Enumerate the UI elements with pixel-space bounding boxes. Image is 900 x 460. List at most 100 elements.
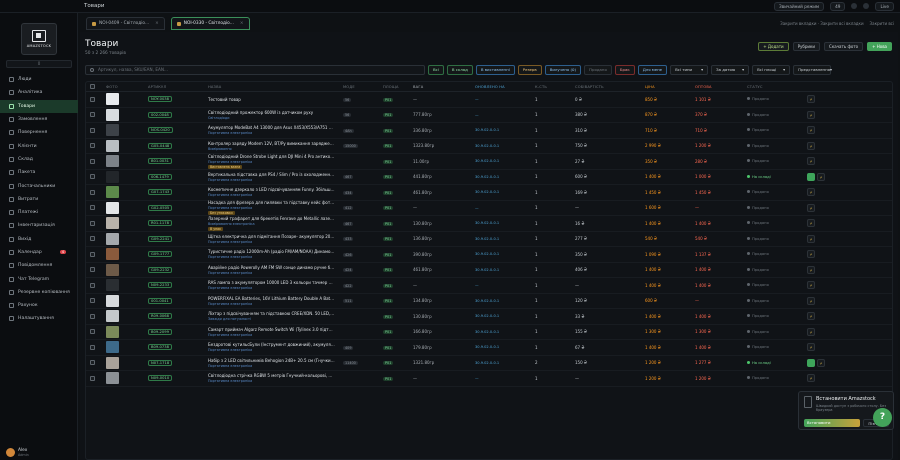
sidebar-item[interactable]: Чат Telegram bbox=[0, 272, 78, 285]
table-row[interactable]: G05-0448 Контролер заряду Мodem 12V, ВТ/Р… bbox=[86, 139, 892, 154]
table-row[interactable]: 006-1479 Вертикальна підставка для PS4 / … bbox=[86, 170, 892, 185]
sidebar-item[interactable]: Клієнти bbox=[0, 139, 78, 152]
product-category[interactable]: Портативна електроніка bbox=[208, 302, 335, 306]
bell-icon[interactable] bbox=[851, 3, 858, 9]
logo[interactable]: AMAZSTOCK bbox=[21, 23, 57, 55]
product-category[interactable]: Портативна електроніка bbox=[208, 286, 335, 290]
product-thumbnail[interactable] bbox=[106, 155, 119, 168]
product-name[interactable]: Світлодіодна стрічка RGBW 5 метрів Гнучк… bbox=[208, 373, 335, 378]
product-thumbnail[interactable] bbox=[106, 124, 119, 137]
action-button[interactable]: + Нова bbox=[867, 42, 892, 51]
user-profile[interactable]: Alex Admin bbox=[6, 441, 74, 460]
article-badge[interactable]: NOY-0038 bbox=[148, 96, 172, 103]
product-thumbnail[interactable] bbox=[106, 217, 119, 230]
product-thumbnail[interactable] bbox=[106, 248, 119, 261]
filter-button[interactable]: Вилучено (0) bbox=[544, 64, 582, 75]
article-badge[interactable]: G09-2232 bbox=[148, 266, 173, 273]
product-name[interactable]: POWERFIXAL EA Batteries, 16V Lithium Bat… bbox=[208, 296, 335, 301]
lightning-icon[interactable]: ⚡ bbox=[817, 172, 825, 181]
product-thumbnail[interactable] bbox=[106, 294, 119, 307]
lightning-icon[interactable]: ⚡ bbox=[807, 95, 815, 104]
lightning-icon[interactable]: ⚡ bbox=[807, 265, 815, 274]
product-category[interactable]: Портативна електроніка bbox=[208, 206, 335, 210]
table-row[interactable]: 001-0041 POWERFIXAL EA Batteries, 16V Lit… bbox=[86, 294, 892, 309]
product-category[interactable]: Портативна електроніка bbox=[208, 178, 335, 182]
lightning-icon[interactable]: ⚡ bbox=[807, 374, 815, 383]
lightning-icon[interactable]: ⚡ bbox=[807, 188, 815, 197]
article-badge[interactable]: 002-0048 bbox=[148, 111, 172, 118]
action-button[interactable]: Рубрики bbox=[792, 42, 821, 51]
article-badge[interactable]: N09-0010 bbox=[148, 375, 173, 382]
sidebar-item[interactable]: Платежі bbox=[0, 206, 78, 219]
sidebar-item[interactable]: Замовлення bbox=[0, 113, 78, 126]
product-name[interactable]: Тестовий товар bbox=[208, 97, 335, 102]
product-category[interactable]: Портативна електроніка bbox=[208, 240, 335, 244]
row-checkbox[interactable] bbox=[90, 329, 95, 335]
table-row[interactable]: G09-2232 Аварійне радіо Powerolly AM FM S… bbox=[86, 263, 892, 278]
row-checkbox[interactable] bbox=[90, 220, 95, 226]
product-name[interactable]: Світлодіодний прожектор 600W із датчиком… bbox=[208, 110, 335, 115]
column-header[interactable] bbox=[86, 84, 102, 89]
lightning-icon[interactable]: ⚡ bbox=[807, 203, 815, 212]
product-thumbnail[interactable] bbox=[106, 263, 119, 276]
row-checkbox[interactable] bbox=[90, 313, 95, 319]
filter-button[interactable]: Для мене bbox=[637, 64, 668, 75]
product-thumbnail[interactable] bbox=[106, 356, 119, 369]
product-thumbnail[interactable] bbox=[106, 139, 119, 152]
article-badge[interactable]: B01-0031 bbox=[148, 158, 172, 165]
lightning-icon[interactable]: ⚡ bbox=[807, 281, 815, 290]
product-name[interactable]: Бездротові кутильсБули (Інструмент довжи… bbox=[208, 342, 335, 347]
lightning-icon[interactable]: ⚡ bbox=[807, 250, 815, 259]
table-row[interactable]: R01-1178 Лазерний трафарет для брекетів F… bbox=[86, 216, 892, 232]
product-name[interactable]: Світлодіодний Drone Strobe Light для DJI… bbox=[208, 154, 335, 159]
product-category[interactable]: Портативна електроніка bbox=[208, 193, 335, 197]
filter-button[interactable]: Брак bbox=[614, 64, 635, 75]
filter-select[interactable]: Всі типи ▾ bbox=[670, 64, 709, 75]
lightning-icon[interactable]: ⚡ bbox=[807, 343, 815, 352]
close-all-tabs-link[interactable]: Закрити всі bbox=[870, 21, 894, 26]
sidebar-item[interactable]: Резервне копіювання bbox=[0, 286, 78, 299]
action-button[interactable]: + Додати bbox=[758, 42, 789, 51]
filter-button[interactable]: В виставленні bbox=[475, 64, 515, 75]
table-row[interactable]: 002-0048 Світлодіодний прожектор 600W із … bbox=[86, 108, 892, 123]
table-row[interactable]: G02-0505 Насадка для фрезера для пилявки … bbox=[86, 200, 892, 216]
row-checkbox[interactable] bbox=[90, 158, 95, 164]
article-badge[interactable]: B09-2099 bbox=[148, 328, 172, 335]
product-name[interactable]: Самарт приймач Algarz Remote Switch Wi (… bbox=[208, 327, 335, 332]
lightning-icon[interactable]: ⚡ bbox=[807, 126, 815, 135]
sidebar-item[interactable]: Постачальники bbox=[0, 179, 78, 192]
row-checkbox[interactable] bbox=[90, 96, 95, 102]
row-checkbox[interactable] bbox=[90, 174, 95, 180]
product-name[interactable]: Набір з 2 LED світильників Behogion 24В+… bbox=[208, 358, 335, 363]
article-badge[interactable]: G09-2241 bbox=[148, 235, 173, 242]
article-badge[interactable]: 001-0041 bbox=[148, 297, 172, 304]
lightning-icon[interactable]: ⚡ bbox=[807, 157, 815, 166]
table-row[interactable]: G09-1777 Туристичне радіо 12000m-Ah (раді… bbox=[86, 247, 892, 263]
product-category[interactable]: Портативна електроніка bbox=[208, 348, 335, 352]
tab-item[interactable]: NOI-0409 - Світлодіо... × bbox=[86, 17, 165, 30]
product-category[interactable]: Портативна електроніка bbox=[208, 255, 335, 259]
lightning-icon[interactable]: ⚡ bbox=[807, 219, 815, 228]
table-row[interactable]: NOY-0038 Тестовий товар 56 P01 — — 1 0 ₴ 850 ₴ 1 … bbox=[86, 92, 892, 108]
table-row[interactable]: N07-1718 Набір з 2 LED світильників Behog… bbox=[86, 356, 892, 371]
mode-selector[interactable]: Звичайний режим bbox=[774, 1, 825, 11]
install-button[interactable]: Встановити bbox=[804, 419, 860, 427]
article-badge[interactable]: B09-0738 bbox=[148, 344, 172, 351]
article-badge[interactable]: R01-1178 bbox=[148, 220, 172, 227]
table-row[interactable]: G09-2241 Щітка електрична для підмітання … bbox=[86, 232, 892, 247]
filter-select[interactable]: Представлення ▾ bbox=[793, 64, 832, 75]
product-thumbnail[interactable] bbox=[106, 108, 119, 121]
filter-select[interactable]: За датою ▾ bbox=[711, 64, 750, 75]
product-category[interactable]: Портативна електроніка bbox=[208, 379, 335, 383]
row-checkbox[interactable] bbox=[90, 112, 95, 118]
sell-button[interactable] bbox=[807, 172, 815, 181]
article-badge[interactable]: N09-2233 bbox=[148, 282, 173, 289]
row-checkbox[interactable] bbox=[90, 267, 95, 273]
row-checkbox[interactable] bbox=[90, 298, 95, 304]
product-name[interactable]: Акумулятор МоdеВаt А4 13000 для Asus Х45… bbox=[208, 125, 335, 130]
product-category[interactable]: Вимірювання електроніка bbox=[208, 222, 335, 226]
article-badge[interactable]: G02-0505 bbox=[148, 204, 173, 211]
sidebar-search[interactable]: 0 bbox=[6, 60, 72, 68]
product-thumbnail[interactable] bbox=[106, 170, 119, 183]
row-checkbox[interactable] bbox=[90, 375, 95, 381]
